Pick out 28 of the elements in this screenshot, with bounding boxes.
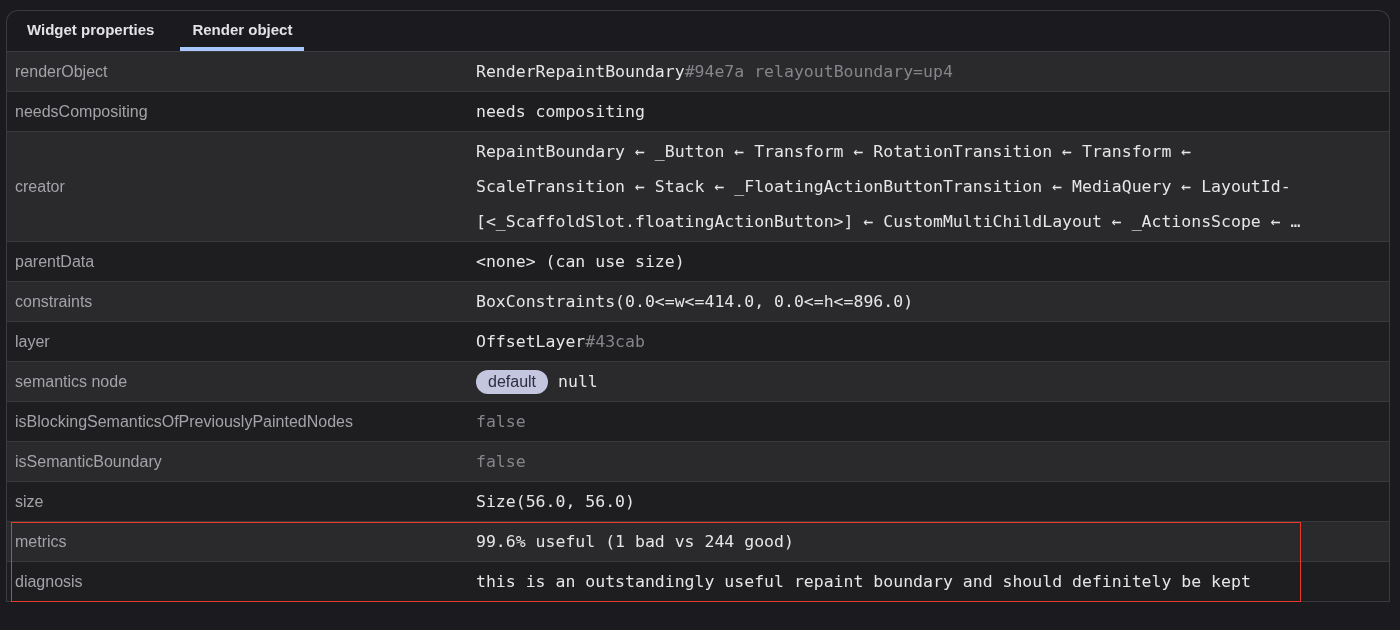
property-value: OffsetLayer (476, 332, 586, 351)
property-value: false (476, 452, 526, 471)
property-value: RepaintBoundary ← _Button ← Transform ← RotationTransition ← Transform ← ScaleTransition ← Stack ← _FloatingActionButtonTransition ← MediaQuery ← LayoutId-[<_ScaffoldSlot.floatingActionButton>] ← CustomMultiChildLayout ← _ActionsScope ← … (476, 142, 1301, 231)
property-value: #43cab (585, 332, 645, 351)
property-value: needs compositing (476, 102, 645, 121)
property-name: needsCompositing (14, 102, 149, 121)
property-value: BoxConstraints(0.0<=w<=414.0, 0.0<=h<=896.0) (476, 292, 914, 311)
property-name: creator (14, 177, 66, 196)
property-value: #94e7a relayoutBoundary=up4 (684, 62, 953, 81)
badge: default (476, 369, 549, 394)
tab[interactable]: Widget properties (15, 11, 167, 51)
property-value: null (558, 372, 598, 391)
property-name: diagnosis (14, 572, 84, 591)
property-name: parentData (14, 252, 96, 271)
property-name: semantics node (14, 372, 129, 391)
property-name: size (14, 492, 45, 511)
property-value: false (476, 412, 526, 431)
property-name: renderObject (14, 62, 109, 81)
property-name: metrics (14, 532, 68, 551)
property-value: <none> (can use size) (476, 252, 685, 271)
property-name: isBlockingSemanticsOfPreviouslyPaintedNodes (14, 412, 354, 431)
property-value: RenderRepaintBoundary (476, 62, 685, 81)
property-value: Size(56.0, 56.0) (476, 492, 635, 511)
property-value: 99.6% useful (1 bad vs 244 good) (476, 532, 794, 551)
property-name: isSemanticBoundary (14, 452, 163, 471)
property-value: this is an outstandingly useful repaint boundary and should definitely be kept (476, 572, 1251, 591)
property-name: constraints (14, 292, 94, 311)
property-name: layer (14, 332, 51, 351)
